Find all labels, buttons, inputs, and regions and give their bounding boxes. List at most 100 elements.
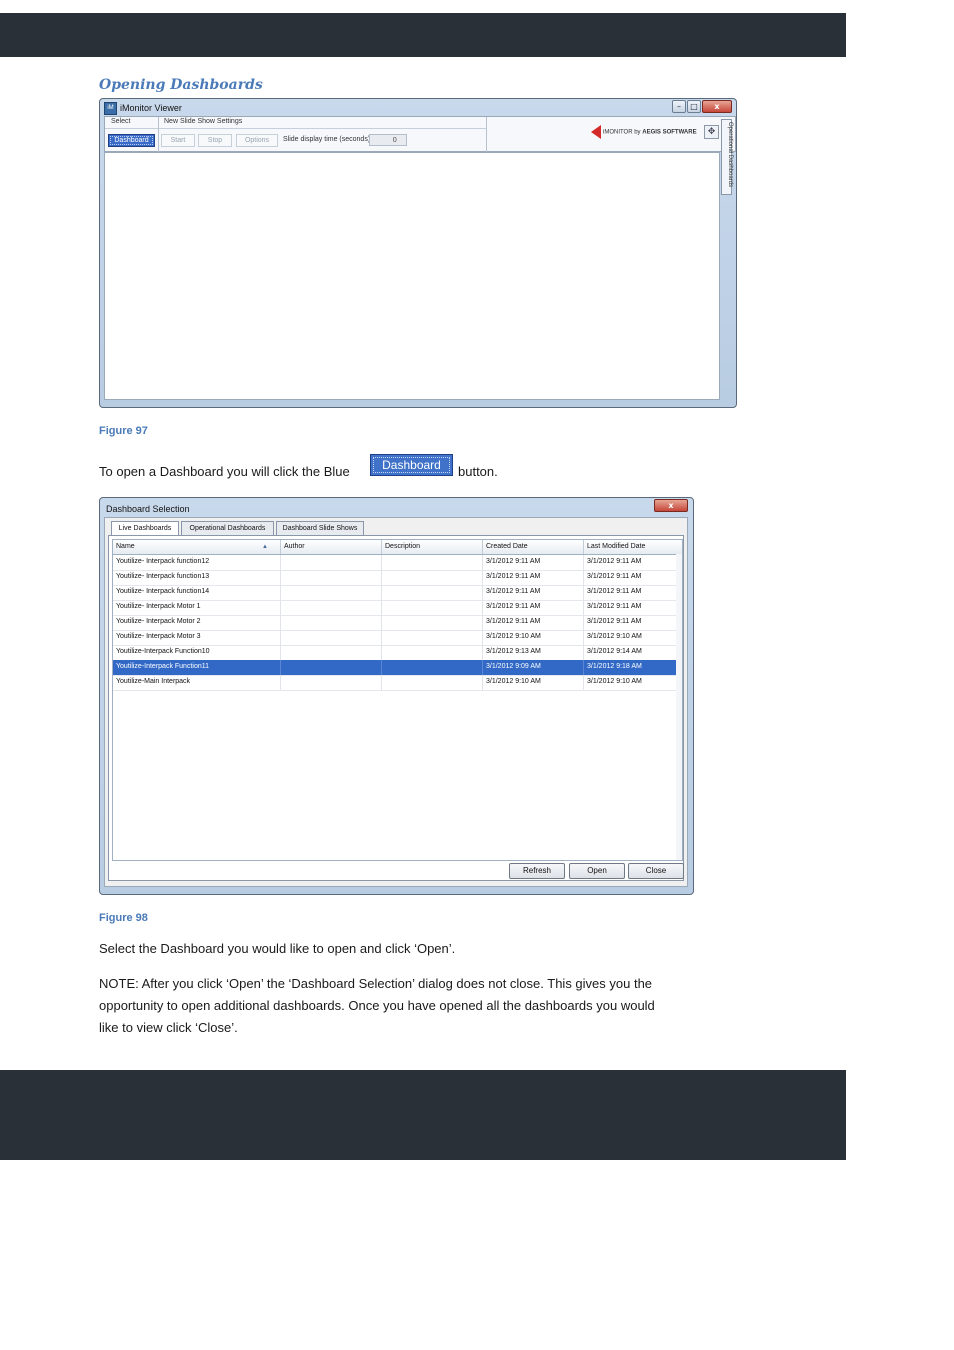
cell-last-modified: 3/1/2012 9:11 AM	[584, 555, 682, 570]
paragraph-text: To open a Dashboard you will click the B…	[99, 464, 350, 479]
stop-button[interactable]: Stop	[198, 134, 232, 147]
brand-prefix: iMONITOR by	[603, 129, 643, 136]
cell-created-date: 3/1/2012 9:10 AM	[483, 675, 584, 690]
brand-logo: iMONITOR by AEGIS SOFTWARE	[591, 125, 697, 139]
sort-ascending-icon: ▲	[262, 544, 268, 550]
cell-name: Youtilize- Interpack function14	[113, 585, 281, 600]
cell-author	[281, 660, 382, 675]
cell-author	[281, 675, 382, 690]
cell-last-modified: 3/1/2012 9:11 AM	[584, 615, 682, 630]
grid-header: Name ▲ Author Description Created Date L…	[113, 540, 682, 555]
cell-last-modified: 3/1/2012 9:18 AM	[584, 660, 682, 675]
column-header-created-date[interactable]: Created Date	[483, 540, 584, 554]
cell-created-date: 3/1/2012 9:11 AM	[483, 600, 584, 615]
cell-description	[382, 600, 483, 615]
cell-name: Youtilize- Interpack Motor 3	[113, 630, 281, 645]
dashboard-selection-dialog: Dashboard Selection x Live Dashboards Op…	[99, 497, 694, 895]
column-header-name[interactable]: Name ▲	[113, 540, 281, 554]
cell-last-modified: 3/1/2012 9:14 AM	[584, 645, 682, 660]
close-window-button[interactable]: x	[702, 100, 732, 113]
table-row[interactable]: Youtilize- Interpack function14 3/1/2012 …	[113, 585, 682, 601]
figure-98-caption: Figure 98	[99, 912, 148, 924]
note-line: NOTE: After you click ‘Open’ the ‘Dashbo…	[99, 976, 653, 991]
tab-dashboard-slide-shows[interactable]: Dashboard Slide Shows	[276, 521, 364, 535]
paragraph-open-dashboard: To open a Dashboard you will click the B…	[99, 461, 350, 483]
cell-created-date: 3/1/2012 9:11 AM	[483, 555, 584, 570]
cell-author	[281, 570, 382, 585]
cell-created-date: 3/1/2012 9:13 AM	[483, 645, 584, 660]
dashboard-canvas	[104, 152, 720, 400]
cell-author	[281, 615, 382, 630]
column-header-author[interactable]: Author	[281, 540, 382, 554]
header-band	[0, 13, 846, 57]
close-button[interactable]: Close	[628, 863, 684, 879]
cell-description	[382, 570, 483, 585]
expand-icon[interactable]: ✥	[704, 125, 719, 139]
cell-description	[382, 675, 483, 690]
cell-name: Youtilize-Interpack Function11	[113, 660, 281, 675]
minimize-button[interactable]: –	[672, 100, 686, 113]
cell-name: Youtilize- Interpack Motor 2	[113, 615, 281, 630]
live-dashboards-pane: Name ▲ Author Description Created Date L…	[108, 535, 684, 881]
note-line: opportunity to open additional dashboard…	[99, 998, 655, 1013]
cell-name: Youtilize-Interpack Function10	[113, 645, 281, 660]
table-row[interactable]: Youtilize- Interpack Motor 3 3/1/2012 9:1…	[113, 630, 682, 646]
footer-band	[0, 1070, 846, 1160]
select-group-header: Select	[111, 118, 131, 125]
viewer-ribbon: Select Dashboard New Slide Show Settings…	[104, 116, 736, 152]
dialog-close-icon[interactable]: x	[654, 499, 688, 512]
dialog-title: Dashboard Selection	[106, 504, 190, 514]
cell-last-modified: 3/1/2012 9:10 AM	[584, 675, 682, 690]
cell-name: Youtilize-Main Interpack	[113, 675, 281, 690]
cell-last-modified: 3/1/2012 9:11 AM	[584, 585, 682, 600]
cell-name: Youtilize- Interpack function13	[113, 570, 281, 585]
cell-author	[281, 645, 382, 660]
cell-author	[281, 600, 382, 615]
cell-description	[382, 615, 483, 630]
figure-97-caption: Figure 97	[99, 425, 148, 437]
table-row[interactable]: Youtilize- Interpack function13 3/1/2012 …	[113, 570, 682, 586]
table-row[interactable]: Youtilize-Interpack Function10 3/1/2012 9…	[113, 645, 682, 661]
cell-author	[281, 585, 382, 600]
cell-author	[281, 555, 382, 570]
side-tab-operational-dashboards[interactable]: Operational Dashboards	[721, 119, 733, 195]
cell-description	[382, 630, 483, 645]
grid-scrollbar[interactable]	[676, 554, 682, 860]
maximize-button[interactable]: □	[687, 100, 701, 113]
cell-description	[382, 555, 483, 570]
cell-name: Youtilize- Interpack function12	[113, 555, 281, 570]
table-row[interactable]: Youtilize- Interpack function12 3/1/2012 …	[113, 555, 682, 571]
cell-created-date: 3/1/2012 9:11 AM	[483, 615, 584, 630]
cell-description	[382, 645, 483, 660]
table-row[interactable]: Youtilize- Interpack Motor 2 3/1/2012 9:1…	[113, 615, 682, 631]
cell-created-date: 3/1/2012 9:10 AM	[483, 630, 584, 645]
table-row[interactable]: Youtilize- Interpack Motor 1 3/1/2012 9:1…	[113, 600, 682, 616]
column-header-last-modified[interactable]: Last Modified Date	[584, 540, 682, 554]
table-row[interactable]: Youtilize-Interpack Function11 3/1/2012 9…	[113, 660, 682, 676]
slideshow-group-header: New Slide Show Settings	[164, 118, 243, 125]
dialog-body: Live Dashboards Operational Dashboards D…	[104, 517, 688, 887]
aegis-logo-icon	[591, 125, 601, 139]
dashboard-button[interactable]: Dashboard	[108, 134, 155, 147]
side-tab-label: Operational Dashboards	[727, 122, 733, 188]
options-button[interactable]: Options	[236, 134, 278, 147]
column-header-name-label: Name	[116, 543, 135, 550]
column-header-description[interactable]: Description	[382, 540, 483, 554]
dashboard-grid: Name ▲ Author Description Created Date L…	[112, 539, 683, 861]
start-button[interactable]: Start	[161, 134, 195, 147]
open-button[interactable]: Open	[569, 863, 625, 879]
refresh-button[interactable]: Refresh	[509, 863, 565, 879]
cell-author	[281, 630, 382, 645]
ribbon-separator	[486, 117, 487, 152]
imonitor-viewer-window: iM iMonitor Viewer – □ x Select Dashboard…	[99, 98, 737, 408]
paragraph-select-dashboard: Select the Dashboard you would like to o…	[99, 941, 456, 956]
tab-live-dashboards[interactable]: Live Dashboards	[111, 521, 179, 536]
viewer-title-bar: iM iMonitor Viewer	[104, 100, 182, 116]
cell-created-date: 3/1/2012 9:11 AM	[483, 570, 584, 585]
slide-time-spinner[interactable]: 0	[369, 134, 407, 146]
table-row[interactable]: Youtilize-Main Interpack 3/1/2012 9:10 AM…	[113, 675, 682, 691]
ribbon-separator	[158, 117, 159, 152]
cell-last-modified: 3/1/2012 9:11 AM	[584, 600, 682, 615]
section-heading: Opening Dashboards	[99, 77, 263, 93]
tab-operational-dashboards[interactable]: Operational Dashboards	[181, 521, 274, 535]
